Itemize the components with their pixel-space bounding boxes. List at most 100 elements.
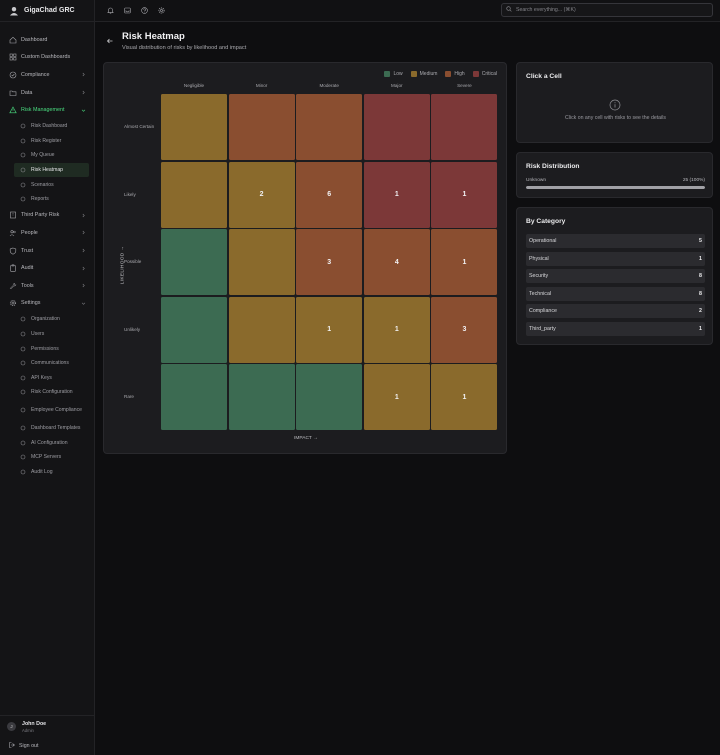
sidebar-subitem-risk-configuration[interactable]: Risk Configuration xyxy=(0,385,94,400)
wrench-icon xyxy=(9,282,17,290)
sidebar-item-data[interactable]: Data xyxy=(0,84,94,102)
search-input[interactable] xyxy=(516,7,706,13)
heatmap-cell[interactable]: 6 xyxy=(296,161,363,228)
sidebar-item-dashboard[interactable]: Dashboard xyxy=(0,31,94,49)
heatmap-cell[interactable]: 1 xyxy=(363,364,430,431)
category-row-physical[interactable]: Physical 1 xyxy=(526,251,705,266)
user-name: John Doe xyxy=(22,721,47,727)
bell-icon[interactable] xyxy=(106,6,114,14)
sidebar-subitem-label: MCP Servers xyxy=(31,454,62,461)
heatmap-cell[interactable]: 1 xyxy=(363,161,430,228)
heatmap-cell[interactable] xyxy=(161,296,227,363)
heatmap-cell[interactable] xyxy=(161,229,227,296)
search-box[interactable] xyxy=(501,3,713,17)
avatar[interactable]: J xyxy=(7,722,16,731)
legend-item-critical: Critical xyxy=(472,71,497,77)
heatmap-cell[interactable] xyxy=(161,364,227,431)
sidebar-item-risk-management[interactable]: Risk Management xyxy=(0,101,94,119)
distribution-bar xyxy=(526,186,705,189)
sidebar-item-custom-dashboards[interactable]: Custom Dashboards xyxy=(0,49,94,67)
heatmap-cell[interactable]: 1 xyxy=(296,296,363,363)
chevron-right-icon xyxy=(81,248,86,253)
sidebar-subitem-reports[interactable]: Reports xyxy=(0,192,94,207)
sidebar-subitem-organization[interactable]: Organization xyxy=(0,312,94,327)
legend-swatch xyxy=(384,71,391,77)
heatmap-cell[interactable] xyxy=(431,94,498,160)
sidebar-subitem-scenarios[interactable]: Scenarios xyxy=(0,177,94,192)
chevron-down-icon xyxy=(81,108,86,113)
heatmap-cell[interactable]: 2 xyxy=(228,161,295,228)
signout-button[interactable]: Sign out xyxy=(9,742,38,750)
category-count: 1 xyxy=(699,325,702,332)
sidebar-item-third-party-risk[interactable]: Third Party Risk xyxy=(0,207,94,225)
sidebar-subitem-label: API Keys xyxy=(31,374,52,381)
logout-icon xyxy=(9,742,15,750)
distribution-value: 25 (100%) xyxy=(682,178,705,183)
sidebar-subitem-ai-configuration[interactable]: AI Configuration xyxy=(0,435,94,450)
heatmap-cell[interactable] xyxy=(296,364,363,431)
chevron-right-icon xyxy=(81,283,86,288)
heatmap-cell[interactable]: 1 xyxy=(363,296,430,363)
category-row-security[interactable]: Security 8 xyxy=(526,269,705,284)
heatmap-cell[interactable] xyxy=(296,94,363,160)
grid-icon xyxy=(9,53,17,61)
heatmap-cell[interactable] xyxy=(363,94,430,160)
sidebar-item-label: Dashboard xyxy=(21,36,48,43)
heatmap-cell[interactable] xyxy=(228,364,295,431)
sidebar-subitem-label: Scenarios xyxy=(31,181,54,188)
category-row-operational[interactable]: Operational 5 xyxy=(526,234,705,248)
legend-label: High xyxy=(454,71,465,77)
heatmap-cell[interactable] xyxy=(228,94,295,160)
menu-item-icon xyxy=(19,181,27,189)
sidebar-subitem-risk-heatmap[interactable]: Risk Heatmap xyxy=(14,162,89,178)
category-row-compliance[interactable]: Compliance 2 xyxy=(526,304,705,319)
column-header-moderate: Moderate xyxy=(319,83,339,88)
heatmap-cell[interactable] xyxy=(161,94,227,160)
heatmap-cell[interactable] xyxy=(161,161,227,228)
home-icon xyxy=(9,36,17,44)
sidebar-subitem-mcp-servers[interactable]: MCP Servers xyxy=(0,450,94,465)
help-icon[interactable] xyxy=(140,6,148,14)
sidebar-item-tools[interactable]: Tools xyxy=(0,277,94,295)
sidebar-subitem-dashboard-templates[interactable]: Dashboard Templates xyxy=(0,421,94,436)
sidebar-subitem-risk-dashboard[interactable]: Risk Dashboard xyxy=(0,119,94,134)
brand[interactable]: GigaChad GRC xyxy=(0,0,94,22)
inbox-icon[interactable] xyxy=(123,6,131,14)
category-row-third-party[interactable]: Third_party 1 xyxy=(526,321,705,336)
category-count: 5 xyxy=(699,238,702,244)
heatmap-cell[interactable] xyxy=(228,229,295,296)
sidebar-subitem-my-queue[interactable]: My Queue xyxy=(0,148,94,163)
gear-icon[interactable] xyxy=(157,6,165,14)
sidebar-item-settings[interactable]: Settings xyxy=(0,295,94,313)
sidebar-item-label: Tools xyxy=(21,282,34,289)
heatmap-cell[interactable]: 1 xyxy=(431,161,498,228)
sidebar-item-compliance[interactable]: Compliance xyxy=(0,66,94,84)
sidebar-item-trust[interactable]: Trust xyxy=(0,242,94,260)
heatmap-cell[interactable]: 1 xyxy=(431,364,498,431)
sidebar-subitem-users[interactable]: Users xyxy=(0,327,94,342)
menu-item-icon xyxy=(19,439,27,447)
heatmap-cell[interactable]: 3 xyxy=(431,296,498,363)
heatmap-cell[interactable]: 3 xyxy=(296,229,363,296)
page-subtitle: Visual distribution of risks by likeliho… xyxy=(122,45,247,51)
sidebar-subitem-communications[interactable]: Communications xyxy=(0,356,94,371)
menu-item-icon xyxy=(19,151,27,159)
back-button[interactable] xyxy=(105,36,114,45)
sidebar-nav: Dashboard Custom Dashboards Compliance Data… xyxy=(0,22,94,479)
sidebar-subitem-label: Organization xyxy=(31,316,60,323)
heatmap-cell[interactable]: 1 xyxy=(431,229,498,296)
sidebar-subitem-employee-compliance[interactable]: Employee Compliance xyxy=(0,400,94,421)
heatmap-cell[interactable]: 4 xyxy=(363,229,430,296)
distribution-bar-fill xyxy=(526,186,705,189)
category-row-technical[interactable]: Technical 8 xyxy=(526,286,705,301)
sidebar-subitem-risk-register[interactable]: Risk Register xyxy=(0,134,94,149)
column-header-severe: Severe xyxy=(457,83,472,88)
sidebar-item-audit[interactable]: Audit xyxy=(0,259,94,277)
sidebar-item-people[interactable]: People xyxy=(0,224,94,242)
sidebar-item-label: People xyxy=(21,229,38,236)
sidebar-subitem-api-keys[interactable]: API Keys xyxy=(0,370,94,385)
sidebar-subitem-permissions[interactable]: Permissions xyxy=(0,341,94,356)
sidebar-subitem-audit-log[interactable]: Audit Log xyxy=(0,464,94,479)
row-header-almost-certain: Almost Certain xyxy=(124,124,155,129)
heatmap-cell[interactable] xyxy=(228,296,295,363)
